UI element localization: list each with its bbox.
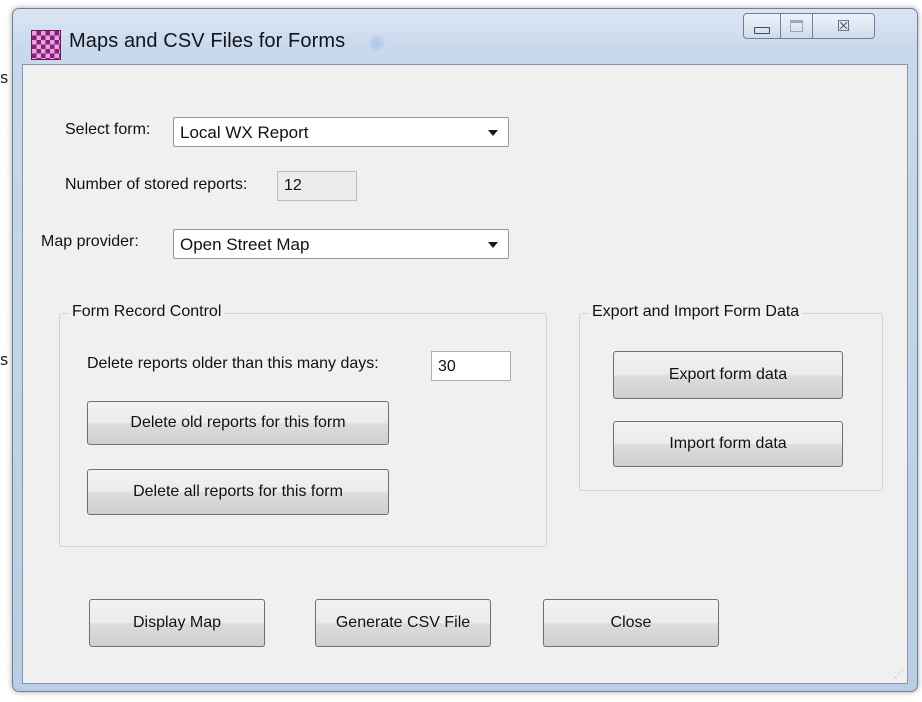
title-bar[interactable]: Maps and CSV Files for Forms ☒	[13, 9, 917, 64]
delete-days-input[interactable]: 30	[431, 351, 511, 381]
checkered-app-icon	[31, 30, 61, 60]
select-form-value: Local WX Report	[180, 123, 309, 142]
background-text-fragment: s	[0, 68, 9, 87]
import-form-data-button[interactable]: Import form data	[613, 421, 843, 467]
delete-days-value: 30	[438, 358, 456, 375]
maximize-button[interactable]	[781, 13, 813, 39]
map-provider-value: Open Street Map	[180, 235, 310, 254]
export-form-data-button[interactable]: Export form data	[613, 351, 843, 399]
close-icon: ☒	[836, 17, 851, 35]
delete-all-reports-button[interactable]: Delete all reports for this form	[87, 469, 389, 515]
resize-grip-icon[interactable]: ⋰	[894, 669, 904, 680]
close-button[interactable]: Close	[543, 599, 719, 647]
background-text-fragment: s	[0, 350, 9, 369]
select-form-dropdown[interactable]: Local WX Report	[173, 117, 509, 147]
window-title: Maps and CSV Files for Forms	[69, 30, 346, 52]
generate-csv-button[interactable]: Generate CSV File	[315, 599, 491, 647]
stored-reports-label: Number of stored reports:	[65, 176, 248, 193]
minimize-icon	[754, 26, 770, 34]
select-form-label: Select form:	[65, 121, 151, 138]
export-import-title: Export and Import Form Data	[589, 303, 803, 321]
chevron-down-icon	[488, 242, 498, 248]
title-glow-decoration	[369, 35, 385, 51]
delete-days-label: Delete reports older than this many days…	[87, 355, 379, 372]
close-window-button[interactable]: ☒	[813, 13, 875, 39]
display-map-button[interactable]: Display Map	[89, 599, 265, 647]
stored-reports-value: 12	[284, 177, 302, 194]
map-provider-label: Map provider:	[41, 233, 139, 250]
map-provider-dropdown[interactable]: Open Street Map	[173, 229, 509, 259]
dialog-window: Maps and CSV Files for Forms ☒ Select fo…	[12, 8, 918, 692]
window-controls: ☒	[743, 13, 875, 39]
form-record-control-title: Form Record Control	[69, 303, 225, 321]
stored-reports-count: 12	[277, 171, 357, 201]
delete-old-reports-button[interactable]: Delete old reports for this form	[87, 401, 389, 445]
maximize-icon	[790, 20, 803, 32]
minimize-button[interactable]	[743, 13, 781, 39]
client-area: Select form: Local WX Report Number of s…	[22, 64, 908, 684]
chevron-down-icon	[488, 130, 498, 136]
